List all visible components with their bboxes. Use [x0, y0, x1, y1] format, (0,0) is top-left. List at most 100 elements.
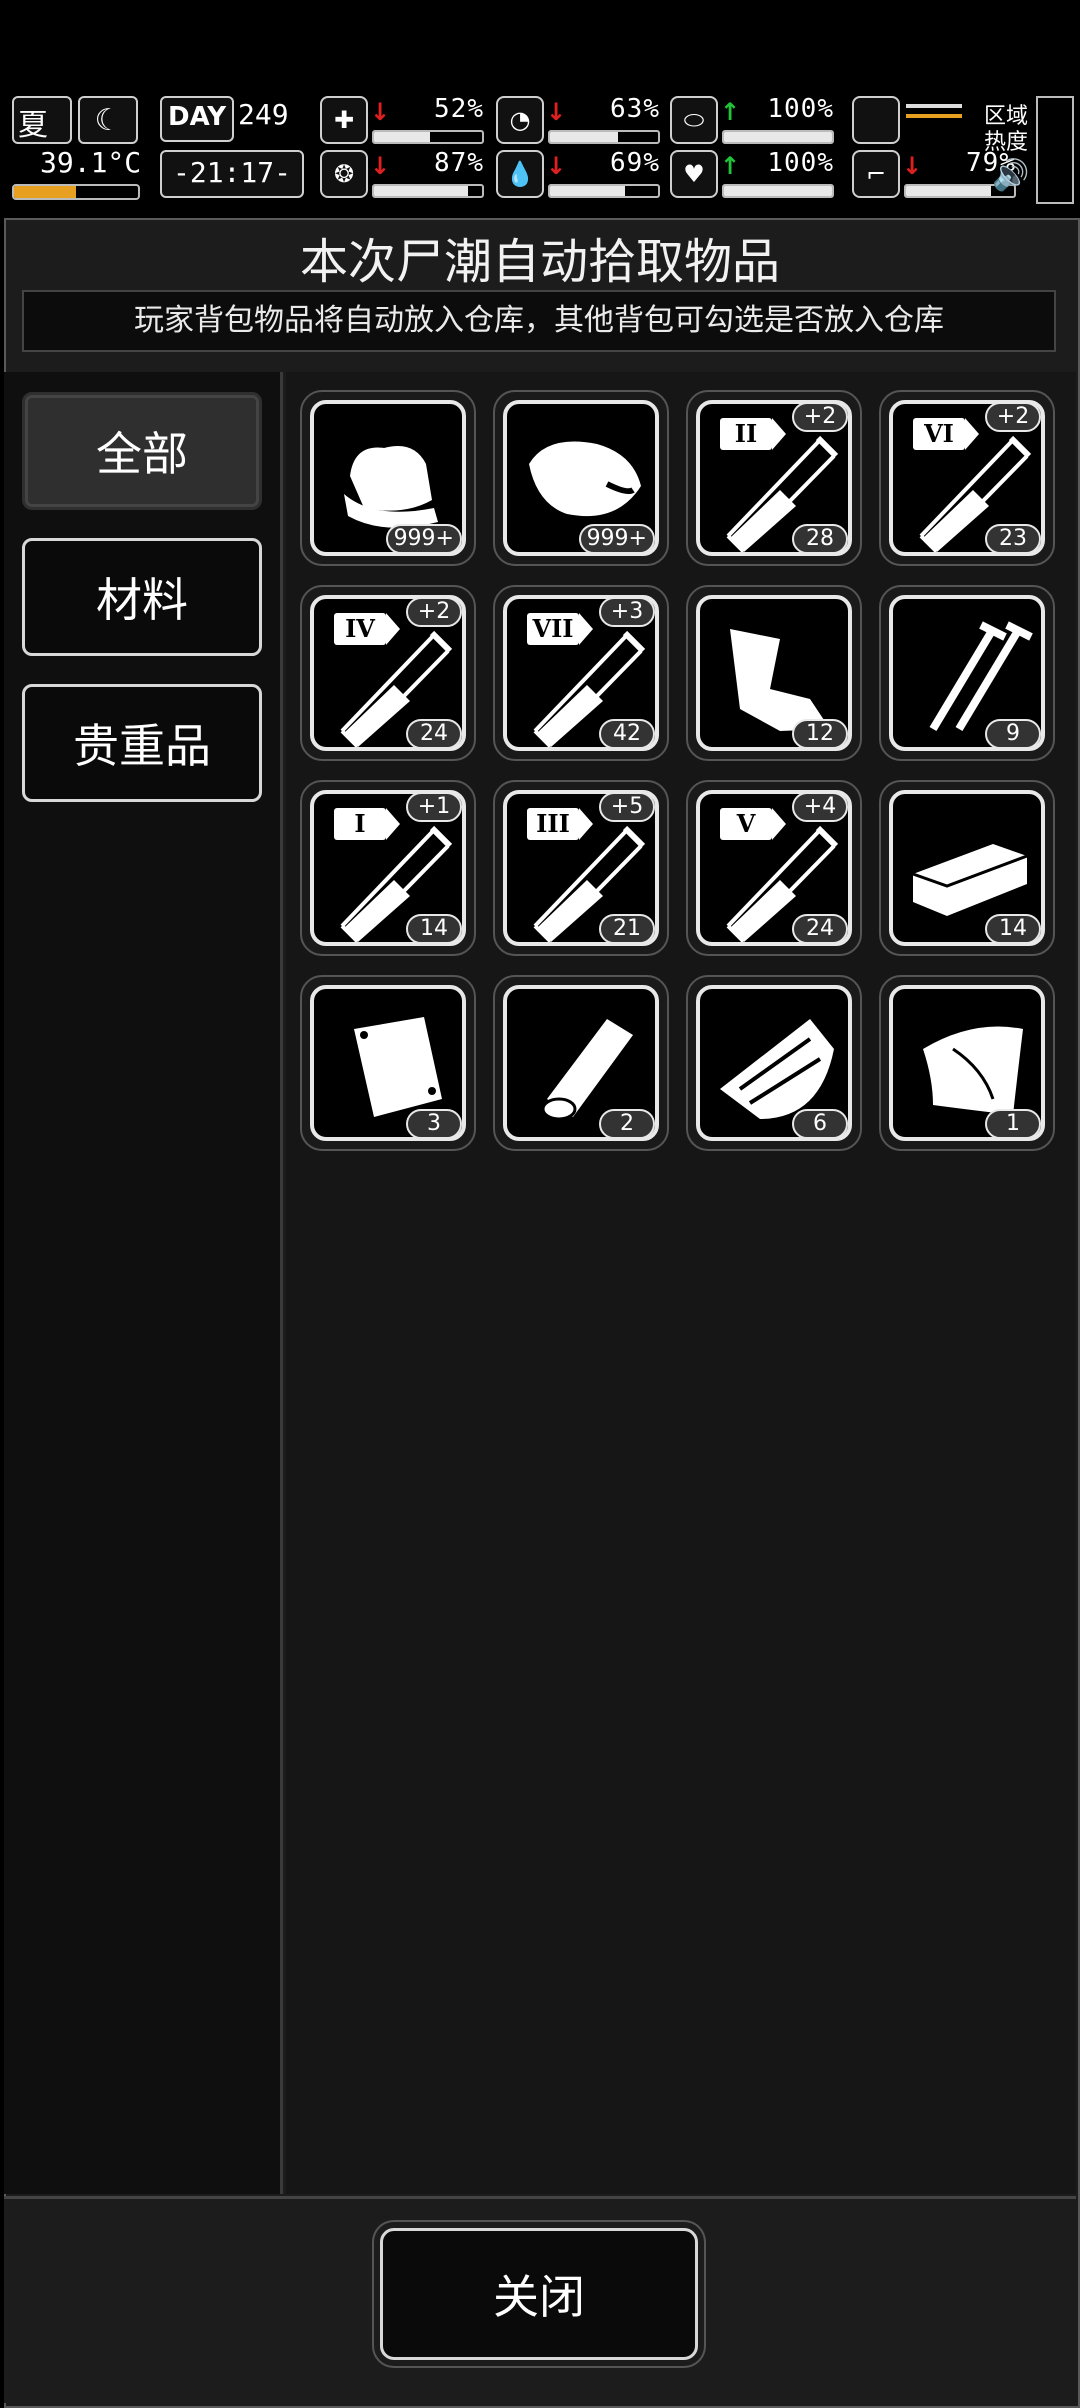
item-count: 999+	[578, 524, 655, 554]
season-box: 夏	[12, 96, 72, 144]
stat-bar	[548, 184, 660, 198]
bonus-badge: +4	[792, 792, 848, 822]
tier-label: VII	[527, 613, 593, 645]
tab-valuables-label: 贵重品	[73, 719, 211, 773]
item-slot[interactable]: 9	[879, 585, 1055, 761]
item-slot[interactable]: VII +3 42	[493, 585, 669, 761]
item-slot[interactable]: 999+	[300, 390, 476, 566]
trend-down-icon: ↓	[370, 152, 391, 180]
item-slot[interactable]: I +1 14	[300, 780, 476, 956]
tier-label: III	[527, 808, 593, 840]
season-label: 夏	[18, 108, 48, 143]
close-button[interactable]: 关闭	[380, 2228, 698, 2360]
stat-stomach: ◔ ↓ 63%	[496, 94, 666, 148]
item-slot[interactable]: 14	[879, 780, 1055, 956]
zone-heat-meter	[1036, 96, 1074, 204]
tier-label: VI	[913, 418, 979, 450]
stamina-line	[906, 114, 962, 118]
stamina-box	[852, 96, 900, 144]
tier-label: I	[334, 808, 400, 840]
trend-down-icon: ↓	[546, 98, 567, 126]
stat-water: 💧 ↓ 69%	[496, 148, 666, 202]
day-label: DAY	[168, 102, 227, 132]
item-slot[interactable]: II +2 28	[686, 390, 862, 566]
heart-icon: ♥	[670, 150, 718, 198]
stat-bar	[722, 184, 834, 198]
tab-all-label: 全部	[96, 427, 188, 481]
tab-valuables[interactable]: 贵重品	[22, 684, 262, 802]
tab-all[interactable]: 全部	[22, 392, 262, 510]
trend-down-icon: ↓	[902, 152, 923, 180]
item-slot[interactable]: 1	[879, 975, 1055, 1151]
speaker-icon[interactable]: 🔊	[992, 158, 1029, 193]
day-box: DAY	[160, 96, 234, 142]
bonus-badge: +1	[406, 792, 462, 822]
bonus-badge: +2	[406, 597, 462, 627]
stat-bar	[722, 130, 834, 144]
temperature-bar	[12, 184, 140, 200]
item-slot[interactable]: 6	[686, 975, 862, 1151]
bonus-badge: +3	[599, 597, 655, 627]
stat-bar	[372, 184, 484, 198]
item-count: 42	[599, 719, 655, 749]
stat-bar	[548, 130, 660, 144]
moon-icon: ☾	[78, 96, 138, 144]
clock-box: -21:17-	[160, 150, 304, 198]
bonus-badge: +2	[792, 402, 848, 432]
stat-value: 52%	[434, 94, 484, 124]
day-number: 249	[238, 98, 289, 131]
foot-icon: ⌐	[852, 150, 900, 198]
stat-pill: ⬭ ↑ 100%	[670, 94, 840, 148]
item-count: 14	[406, 914, 462, 944]
item-count: 9	[985, 719, 1041, 749]
item-count: 999+	[385, 524, 462, 554]
item-slot[interactable]: V +4 24	[686, 780, 862, 956]
item-slot[interactable]: 12	[686, 585, 862, 761]
item-slot[interactable]: 3	[300, 975, 476, 1151]
trend-up-icon: ↑	[720, 98, 741, 126]
stat-brain: ❂ ↓ 87%	[320, 148, 490, 202]
tier-label: V	[720, 808, 786, 840]
water-drop-icon: 💧	[496, 150, 544, 198]
item-count: 23	[985, 524, 1041, 554]
item-count: 6	[792, 1109, 848, 1139]
trend-down-icon: ↓	[546, 152, 567, 180]
stat-value: 100%	[767, 94, 834, 124]
bonus-badge: +5	[599, 792, 655, 822]
status-hud: 夏 ☾ 39.1°C DAY 249 -21:17- ✚ ↓ 52% ◔ ↓ 63% ⬭ ↑ 1…	[0, 92, 1080, 210]
item-slot[interactable]: 2	[493, 975, 669, 1151]
item-count: 1	[985, 1109, 1041, 1139]
close-button-label: 关闭	[493, 2270, 585, 2324]
stat-value: 87%	[434, 148, 484, 178]
tier-label: IV	[334, 613, 400, 645]
item-count: 14	[985, 914, 1041, 944]
item-slot[interactable]: 999+	[493, 390, 669, 566]
trend-down-icon: ↓	[370, 98, 391, 126]
stat-value: 69%	[610, 148, 660, 178]
item-slot[interactable]: III +5 21	[493, 780, 669, 956]
item-count: 24	[406, 719, 462, 749]
item-slot[interactable]: IV +2 24	[300, 585, 476, 761]
item-count: 21	[599, 914, 655, 944]
clock-value: -21:17-	[172, 156, 291, 189]
item-grid: 999+ 999+ II +2 28 VI +2 23 IV +2 24 VII +3 42 12 9 I +1 1…	[286, 372, 1076, 2194]
pill-icon: ⬭	[670, 96, 718, 144]
category-sidebar: 全部 材料 贵重品	[4, 372, 283, 2194]
stat-value: 100%	[767, 148, 834, 178]
brain-icon: ❂	[320, 150, 368, 198]
zone-heat-label: 区域 热度	[984, 104, 1029, 155]
item-count: 28	[792, 524, 848, 554]
stat-bar	[372, 130, 484, 144]
stat-heart: ♥ ↑ 100%	[670, 148, 840, 202]
stomach-icon: ◔	[496, 96, 544, 144]
item-count: 3	[406, 1109, 462, 1139]
trend-up-icon: ↑	[720, 152, 741, 180]
tab-materials[interactable]: 材料	[22, 538, 262, 656]
tab-materials-label: 材料	[96, 573, 188, 627]
dialog-title: 本次尸潮自动拾取物品	[299, 234, 780, 290]
item-slot[interactable]: VI +2 23	[879, 390, 1055, 566]
bonus-badge: +2	[985, 402, 1041, 432]
item-count: 24	[792, 914, 848, 944]
stat-value: 63%	[610, 94, 660, 124]
item-count: 2	[599, 1109, 655, 1139]
